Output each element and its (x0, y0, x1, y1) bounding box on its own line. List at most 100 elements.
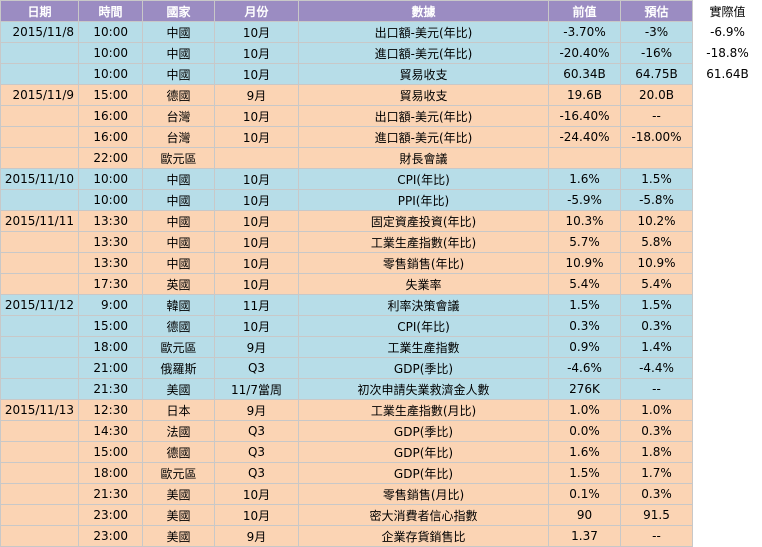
cell-date (1, 421, 79, 442)
table-row: 13:30中國10月工業生產指數(年比)5.7%5.8% (1, 232, 762, 253)
table-row: 2015/11/129:00韓國11月利率決策會議1.5%1.5% (1, 295, 762, 316)
cell-actual (693, 379, 762, 400)
cell-date (1, 232, 79, 253)
cell-forecast: 0.3% (621, 421, 693, 442)
cell-date: 2015/11/10 (1, 169, 79, 190)
cell-date (1, 505, 79, 526)
cell-previous: 10.3% (549, 211, 621, 232)
cell-previous: 1.5% (549, 295, 621, 316)
cell-time: 10:00 (79, 190, 143, 211)
cell-data: 零售銷售(年比) (299, 253, 549, 274)
table-row: 21:30美國11/7當周初次申請失業救濟金人數276K-- (1, 379, 762, 400)
cell-month: 9月 (215, 85, 299, 106)
cell-actual (693, 190, 762, 211)
cell-previous: -24.40% (549, 127, 621, 148)
cell-actual (693, 442, 762, 463)
table-row: 15:00德國Q3GDP(年比)1.6%1.8% (1, 442, 762, 463)
cell-month: 10月 (215, 232, 299, 253)
cell-time: 21:30 (79, 484, 143, 505)
cell-data: 密大消費者信心指數 (299, 505, 549, 526)
table-row: 10:00中國10月貿易收支60.34B64.75B61.64B (1, 64, 762, 85)
cell-month: 10月 (215, 169, 299, 190)
cell-previous: 0.3% (549, 316, 621, 337)
cell-date (1, 253, 79, 274)
cell-time: 16:00 (79, 106, 143, 127)
cell-country: 英國 (143, 274, 215, 295)
cell-actual (693, 505, 762, 526)
cell-forecast: 1.8% (621, 442, 693, 463)
table-row: 18:00歐元區9月工業生產指數0.9%1.4% (1, 337, 762, 358)
cell-country: 美國 (143, 505, 215, 526)
cell-data: CPI(年比) (299, 316, 549, 337)
table-row: 21:00俄羅斯Q3GDP(季比)-4.6%-4.4% (1, 358, 762, 379)
cell-country: 中國 (143, 22, 215, 43)
cell-forecast: 10.9% (621, 253, 693, 274)
cell-actual (693, 337, 762, 358)
cell-forecast: 20.0B (621, 85, 693, 106)
cell-previous: 0.9% (549, 337, 621, 358)
cell-month: 10月 (215, 127, 299, 148)
table-row: 2015/11/810:00中國10月出口額-美元(年比)-3.70%-3%-6… (1, 22, 762, 43)
cell-forecast (621, 148, 693, 169)
cell-time: 12:30 (79, 400, 143, 421)
cell-time: 13:30 (79, 253, 143, 274)
cell-forecast: -4.4% (621, 358, 693, 379)
cell-actual (693, 106, 762, 127)
header-actual: 實際值 (693, 1, 762, 22)
table-row: 18:00歐元區Q3GDP(年比)1.5%1.7% (1, 463, 762, 484)
cell-previous: 5.4% (549, 274, 621, 295)
table-body: 2015/11/810:00中國10月出口額-美元(年比)-3.70%-3%-6… (1, 22, 762, 547)
cell-previous: 19.6B (549, 85, 621, 106)
cell-country: 歐元區 (143, 337, 215, 358)
cell-previous: 0.1% (549, 484, 621, 505)
cell-data: 工業生產指數 (299, 337, 549, 358)
cell-data: 企業存貨銷售比 (299, 526, 549, 547)
cell-forecast: 5.4% (621, 274, 693, 295)
cell-month: Q3 (215, 442, 299, 463)
cell-date (1, 463, 79, 484)
cell-data: 工業生產指數(月比) (299, 400, 549, 421)
cell-date (1, 43, 79, 64)
cell-date (1, 190, 79, 211)
cell-previous: 90 (549, 505, 621, 526)
cell-time: 21:30 (79, 379, 143, 400)
cell-data: GDP(季比) (299, 358, 549, 379)
cell-date: 2015/11/13 (1, 400, 79, 421)
cell-month: 10月 (215, 43, 299, 64)
table-row: 23:00美國9月企業存貨銷售比1.37-- (1, 526, 762, 547)
cell-month: 10月 (215, 211, 299, 232)
cell-data: 出口額-美元(年比) (299, 22, 549, 43)
cell-previous: 1.37 (549, 526, 621, 547)
cell-country: 中國 (143, 211, 215, 232)
cell-forecast: 1.7% (621, 463, 693, 484)
cell-previous: 1.0% (549, 400, 621, 421)
cell-time: 10:00 (79, 64, 143, 85)
cell-actual (693, 148, 762, 169)
table-row: 2015/11/1113:30中國10月固定資產投資(年比)10.3%10.2% (1, 211, 762, 232)
cell-date (1, 379, 79, 400)
table-row: 16:00台灣10月出口額-美元(年比)-16.40%-- (1, 106, 762, 127)
header-previous: 前值 (549, 1, 621, 22)
cell-actual (693, 484, 762, 505)
cell-date (1, 64, 79, 85)
cell-previous: 10.9% (549, 253, 621, 274)
cell-actual (693, 526, 762, 547)
table-row: 16:00台灣10月進口額-美元(年比)-24.40%-18.00% (1, 127, 762, 148)
cell-time: 21:00 (79, 358, 143, 379)
cell-previous: 1.6% (549, 169, 621, 190)
cell-time: 23:00 (79, 505, 143, 526)
cell-month: 9月 (215, 526, 299, 547)
cell-date: 2015/11/8 (1, 22, 79, 43)
cell-country: 美國 (143, 526, 215, 547)
cell-data: 初次申請失業救濟金人數 (299, 379, 549, 400)
cell-time: 10:00 (79, 22, 143, 43)
cell-data: 工業生產指數(年比) (299, 232, 549, 253)
cell-month: 10月 (215, 253, 299, 274)
cell-time: 15:00 (79, 85, 143, 106)
cell-forecast: 64.75B (621, 64, 693, 85)
cell-time: 9:00 (79, 295, 143, 316)
cell-time: 13:30 (79, 232, 143, 253)
cell-date (1, 316, 79, 337)
cell-forecast: 1.5% (621, 295, 693, 316)
cell-country: 德國 (143, 85, 215, 106)
